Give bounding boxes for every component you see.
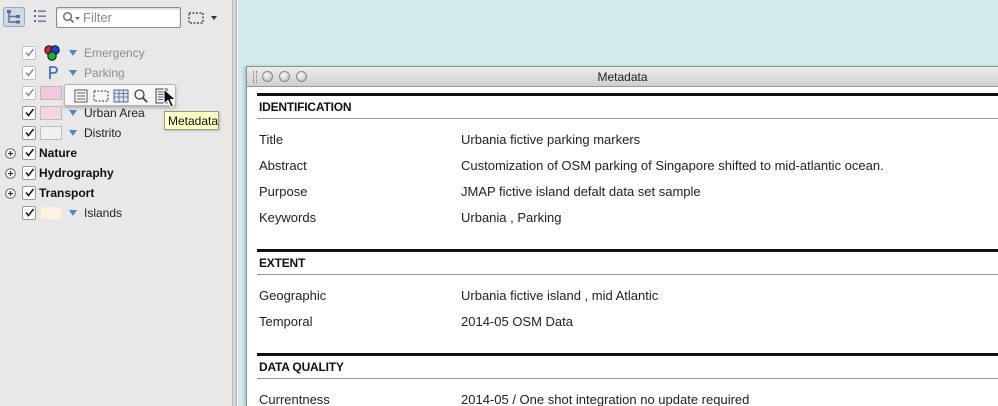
section-divider	[257, 93, 998, 96]
mouse-pointer-icon	[163, 88, 177, 108]
group-row-hydrography[interactable]: Hydrography	[0, 163, 233, 183]
attributes-button[interactable]	[72, 87, 90, 105]
chevron-down-icon	[211, 16, 217, 20]
layer-swatch	[40, 126, 62, 140]
style-dropdown-icon[interactable]	[69, 130, 77, 136]
selection-rect-icon	[93, 90, 109, 102]
table-icon	[113, 89, 129, 103]
style-dropdown-icon[interactable]	[69, 210, 77, 216]
layer-label: Parking	[84, 66, 125, 80]
meta-key: Abstract	[259, 158, 307, 173]
filter-input[interactable]	[83, 9, 178, 26]
check-icon	[25, 48, 35, 57]
section-underline	[257, 118, 998, 119]
layer-checkbox[interactable]	[22, 206, 36, 220]
expand-plus-icon[interactable]	[5, 168, 16, 179]
meta-value: Customization of OSM parking of Singapor…	[461, 158, 884, 173]
layer-checkbox[interactable]	[22, 46, 36, 60]
meta-key: Title	[259, 132, 284, 147]
group-label: Hydrography	[39, 166, 114, 180]
group-label: Transport	[39, 186, 95, 200]
section-title: EXTENT	[259, 256, 306, 270]
group-label: Nature	[39, 146, 78, 160]
meta-key: Temporal	[259, 314, 313, 329]
expand-plus-icon[interactable]	[5, 148, 16, 159]
selection-mode-dropdown[interactable]	[187, 10, 219, 26]
group-checkbox[interactable]	[22, 146, 36, 160]
list-view-button[interactable]	[29, 7, 51, 27]
metadata-tooltip: Metadata	[164, 111, 219, 130]
layer-swatch	[40, 86, 62, 100]
group-checkbox[interactable]	[22, 186, 36, 200]
group-row-nature[interactable]: Nature	[0, 143, 233, 163]
layer-label: Islands	[84, 206, 123, 220]
panel-splitter[interactable]	[233, 0, 237, 406]
meta-key: Geographic	[259, 288, 327, 303]
section-title: DATA QUALITY	[259, 360, 344, 374]
meta-value: 2014-05 OSM Data	[461, 314, 574, 329]
check-icon	[25, 208, 35, 217]
section-divider	[257, 249, 998, 252]
meta-value: 2014-05 / One shot integration no update…	[461, 392, 750, 406]
list-view-icon	[34, 10, 46, 22]
meta-key: Keywords	[259, 210, 317, 225]
check-icon	[25, 148, 35, 157]
metadata-content: IDENTIFICATION Title Urbania fictive par…	[247, 88, 998, 406]
meta-value: JMAP fictive island defalt data set samp…	[461, 184, 701, 199]
layer-swatch	[40, 206, 62, 220]
zoom-to-layer-button[interactable]	[132, 87, 150, 105]
layer-action-toolbar	[64, 84, 176, 106]
layer-row-islands[interactable]: Islands	[0, 203, 233, 223]
tree-view-button[interactable]	[3, 7, 25, 27]
expand-plus-icon[interactable]	[5, 188, 16, 199]
check-icon	[25, 68, 35, 77]
select-features-button[interactable]	[92, 87, 110, 105]
parking-p-icon	[49, 66, 58, 79]
check-icon	[25, 128, 35, 137]
check-icon	[25, 88, 35, 97]
group-row-transport[interactable]: Transport	[0, 183, 233, 203]
attributes-list-icon	[74, 89, 88, 103]
filter-box[interactable]	[56, 7, 181, 28]
layer-checkbox[interactable]	[22, 126, 36, 140]
layer-label: Distrito	[84, 126, 122, 140]
layer-swatch	[40, 106, 62, 120]
check-icon	[25, 188, 35, 197]
window-title: Metadata	[597, 70, 648, 84]
meta-value: Urbania fictive parking markers	[461, 132, 641, 147]
selection-rect-icon	[188, 12, 217, 24]
style-dropdown-icon[interactable]	[69, 50, 77, 56]
layer-label: Emergency	[84, 46, 145, 60]
section-divider	[257, 353, 998, 356]
section-title: IDENTIFICATION	[259, 100, 352, 114]
layer-checkbox[interactable]	[22, 66, 36, 80]
attribute-table-button[interactable]	[112, 87, 130, 105]
style-dropdown-icon[interactable]	[69, 110, 77, 116]
metadata-window: Metadata IDENTIFICATION Title Urbania fi…	[246, 66, 998, 406]
meta-key: Currentness	[259, 392, 330, 406]
layer-label: Urban Area	[84, 106, 145, 120]
check-icon	[25, 168, 35, 177]
zoom-magnifier-icon	[134, 89, 148, 103]
search-icon	[63, 12, 80, 24]
window-titlebar[interactable]: Metadata	[247, 67, 998, 87]
tree-view-icon	[7, 10, 20, 24]
emergency-symbol-icon	[44, 45, 60, 61]
style-dropdown-icon[interactable]	[69, 70, 77, 76]
layer-checkbox[interactable]	[22, 106, 36, 120]
meta-value: Urbania fictive island , mid Atlantic	[461, 288, 659, 303]
section-underline	[257, 378, 998, 379]
meta-value: Urbania , Parking	[461, 210, 562, 225]
meta-key: Purpose	[259, 184, 308, 199]
layer-row-parking[interactable]: Parking	[0, 63, 233, 83]
layer-checkbox[interactable]	[22, 86, 36, 100]
group-checkbox[interactable]	[22, 166, 36, 180]
layer-row-emergency[interactable]: Emergency	[0, 43, 233, 63]
section-underline	[257, 274, 998, 275]
check-icon	[25, 108, 35, 117]
layer-panel: Emergency Parking Urban Area Dist	[0, 0, 233, 406]
